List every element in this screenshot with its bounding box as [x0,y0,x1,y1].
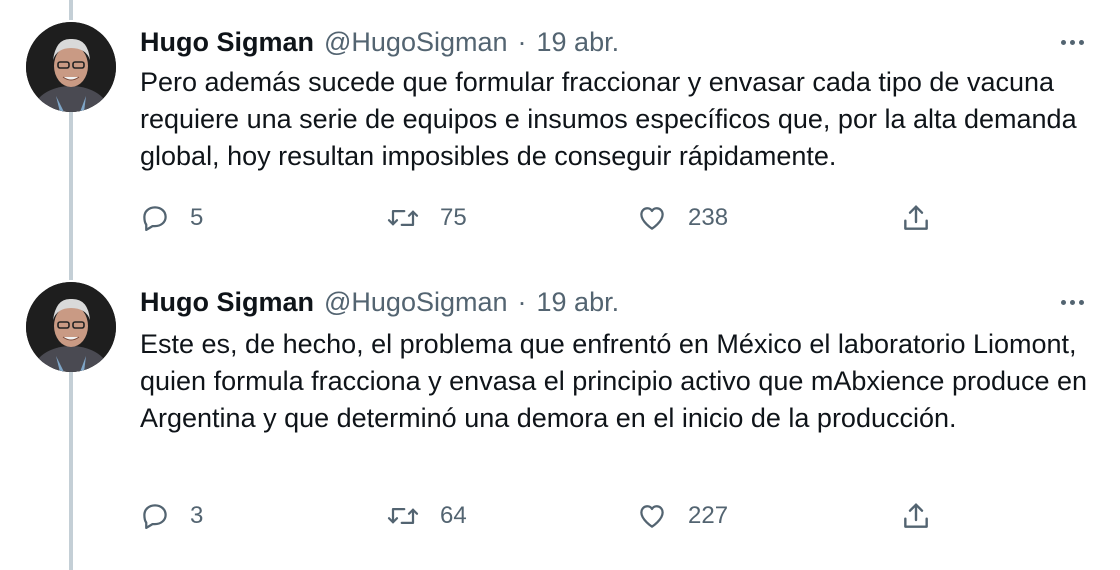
thread-line-top [69,0,73,20]
header-separator: · [517,26,527,57]
tweet-date[interactable]: 19 abr. [537,27,620,58]
retweet-count: 75 [440,204,467,231]
tweet[interactable]: Hugo Sigman @HugoSigman · 19 abr. Pero a… [0,22,1120,262]
reply-count: 5 [190,204,204,231]
more-button[interactable] [1052,22,1092,62]
tweet-text: Pero además sucede que formular fraccion… [140,67,1077,171]
author-name[interactable]: Hugo Sigman [140,27,314,58]
retweet-count: 64 [440,502,467,529]
tweet-date[interactable]: 19 abr. [537,287,620,318]
author-handle[interactable]: @HugoSigman [324,287,508,318]
more-horizontal-icon [1060,39,1084,45]
retweet-icon [387,508,419,524]
tweet-header: Hugo Sigman @HugoSigman · 19 abr. [140,22,619,62]
avatar[interactable] [26,22,116,112]
reply-button[interactable]: 3 [140,496,203,536]
like-count: 227 [688,502,729,529]
more-button[interactable] [1052,282,1092,322]
share-icon [904,503,928,528]
retweet-icon [387,210,419,226]
reply-button[interactable]: 5 [140,198,203,238]
tweet-actions: 5 75 238 [140,198,960,238]
reply-icon [143,504,167,529]
reply-icon [143,206,167,231]
author-handle[interactable]: @HugoSigman [324,27,508,58]
like-icon [640,207,664,230]
share-icon [904,205,928,230]
reply-count: 3 [190,502,204,529]
author-name[interactable]: Hugo Sigman [140,287,314,318]
retweet-button[interactable]: 75 [386,198,467,238]
tweet-actions: 3 64 227 [140,496,960,536]
header-separator: · [517,286,527,317]
avatar[interactable] [26,282,116,372]
like-icon [640,505,664,528]
like-button[interactable]: 227 [636,496,728,536]
share-button[interactable] [900,198,932,238]
more-horizontal-icon [1060,299,1084,305]
tweet-text: Este es, de hecho, el problema que enfre… [140,329,1088,433]
share-button[interactable] [900,496,932,536]
retweet-button[interactable]: 64 [386,496,467,536]
tweet-header: Hugo Sigman @HugoSigman · 19 abr. [140,282,619,322]
tweet[interactable]: Hugo Sigman @HugoSigman · 19 abr. Este e… [0,282,1120,552]
like-count: 238 [688,204,729,231]
like-button[interactable]: 238 [636,198,728,238]
